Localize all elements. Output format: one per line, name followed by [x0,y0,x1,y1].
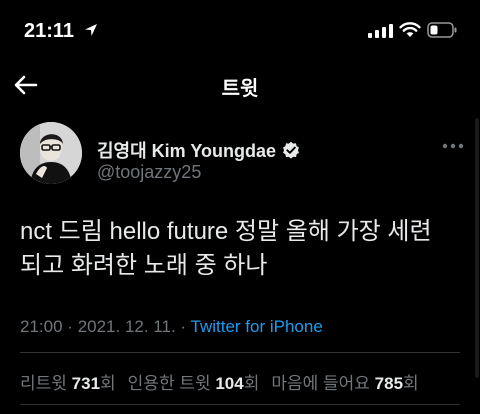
author-name-row: 김영대 Kim Youngdae [97,137,300,163]
divider [20,352,460,353]
more-options-icon[interactable] [440,139,466,153]
author-display-name[interactable]: 김영대 Kim Youngdae [97,137,276,163]
status-bar: 21:11 [0,0,480,60]
location-arrow-icon [85,24,97,36]
cellular-signal-icon [368,24,393,38]
tweet-date[interactable]: 2021. 12. 11. [78,317,176,336]
scroll-indicator [475,118,479,378]
likes-stat[interactable]: 마음에 들어요 785회 [271,374,418,393]
quotes-label: 인용한 트윗 [127,374,211,393]
tweet-text: nct 드림 hello future 정말 올해 가장 세련 되고 화려한 노… [20,218,432,279]
likes-suffix: 회 [403,374,419,393]
avatar-photo [20,122,82,184]
nav-bar: 트윗 [0,60,480,110]
page-title: 트윗 [221,78,259,100]
meta-separator: · [180,317,187,336]
quotes-stat[interactable]: 인용한 트윗 104회 [128,374,260,393]
retweets-label: 리트윗 [20,374,67,393]
likes-count: 785 [374,374,404,393]
meta-separator: · [67,317,73,336]
tweet-meta: 21:00 · 2021. 12. 11. · Twitter for iPho… [20,317,323,337]
divider [20,404,460,405]
verified-badge-icon [283,141,300,159]
tweet-stats: 리트윗 731회 인용한 트윗 104회 마음에 들어요 785회 [20,369,419,394]
tweet-source-link[interactable]: Twitter for iPhone [191,317,323,336]
avatar[interactable] [20,122,82,184]
status-time: 21:11 [24,20,75,42]
wifi-icon [399,22,421,37]
tweet-time[interactable]: 21:00 [20,317,63,336]
battery-icon [427,22,457,38]
quotes-count: 104 [215,374,244,393]
retweets-stat[interactable]: 리트윗 731회 [20,374,116,393]
retweets-suffix: 회 [100,374,116,393]
retweets-count: 731 [71,374,101,393]
author-handle[interactable]: @toojazzy25 [97,162,201,183]
likes-label: 마음에 들어요 [271,374,370,393]
quotes-suffix: 회 [243,374,260,393]
